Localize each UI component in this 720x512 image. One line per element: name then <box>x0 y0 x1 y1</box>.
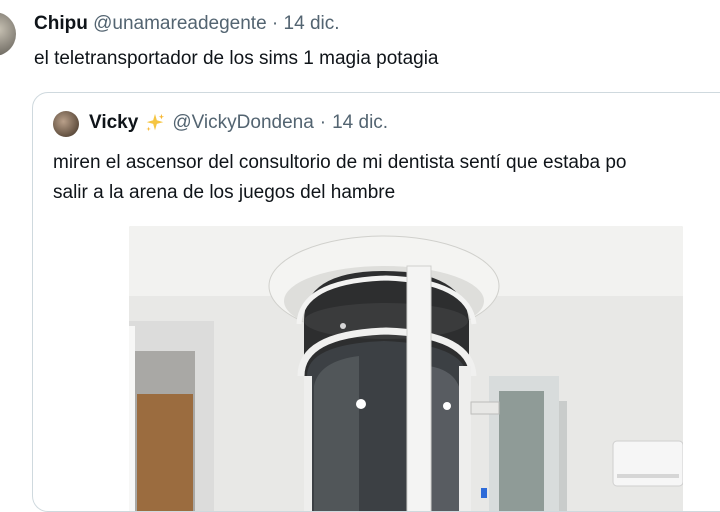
quoted-author-name[interactable]: Vicky <box>89 112 138 134</box>
quoted-tweet-header: Vicky @VickyDondena · 14 dic. <box>89 112 388 134</box>
quoted-tweet-photo[interactable] <box>129 226 683 511</box>
quoted-tweet-text: miren el ascensor del consultorio de mi … <box>53 148 720 208</box>
author-avatar[interactable] <box>0 12 16 56</box>
quoted-text-line-2: salir a la arena de los juegos del hambr… <box>53 182 396 203</box>
author-name[interactable]: Chipu <box>34 13 88 34</box>
separator-dot: · <box>271 13 279 34</box>
author-handle[interactable]: @unamareadegente <box>93 13 267 34</box>
quoted-text-line-1: miren el ascensor del consultorio de mi … <box>53 152 627 173</box>
tweet-header: Chipu @unamareadegente · 14 dic. <box>34 13 340 35</box>
quoted-author-handle[interactable]: @VickyDondena <box>172 112 313 134</box>
quoted-tweet-date[interactable]: 14 dic. <box>332 112 388 134</box>
elevator-photo-illustration <box>129 226 683 511</box>
quoted-author-avatar[interactable] <box>53 111 79 137</box>
separator-dot: · <box>319 112 327 133</box>
quoted-tweet-card[interactable]: Vicky @VickyDondena · 14 dic. miren el a… <box>32 92 720 512</box>
tweet-date[interactable]: 14 dic. <box>284 13 340 34</box>
sparkles-icon <box>146 113 165 132</box>
tweet-text: el teletransportador de los sims 1 magia… <box>34 48 439 69</box>
